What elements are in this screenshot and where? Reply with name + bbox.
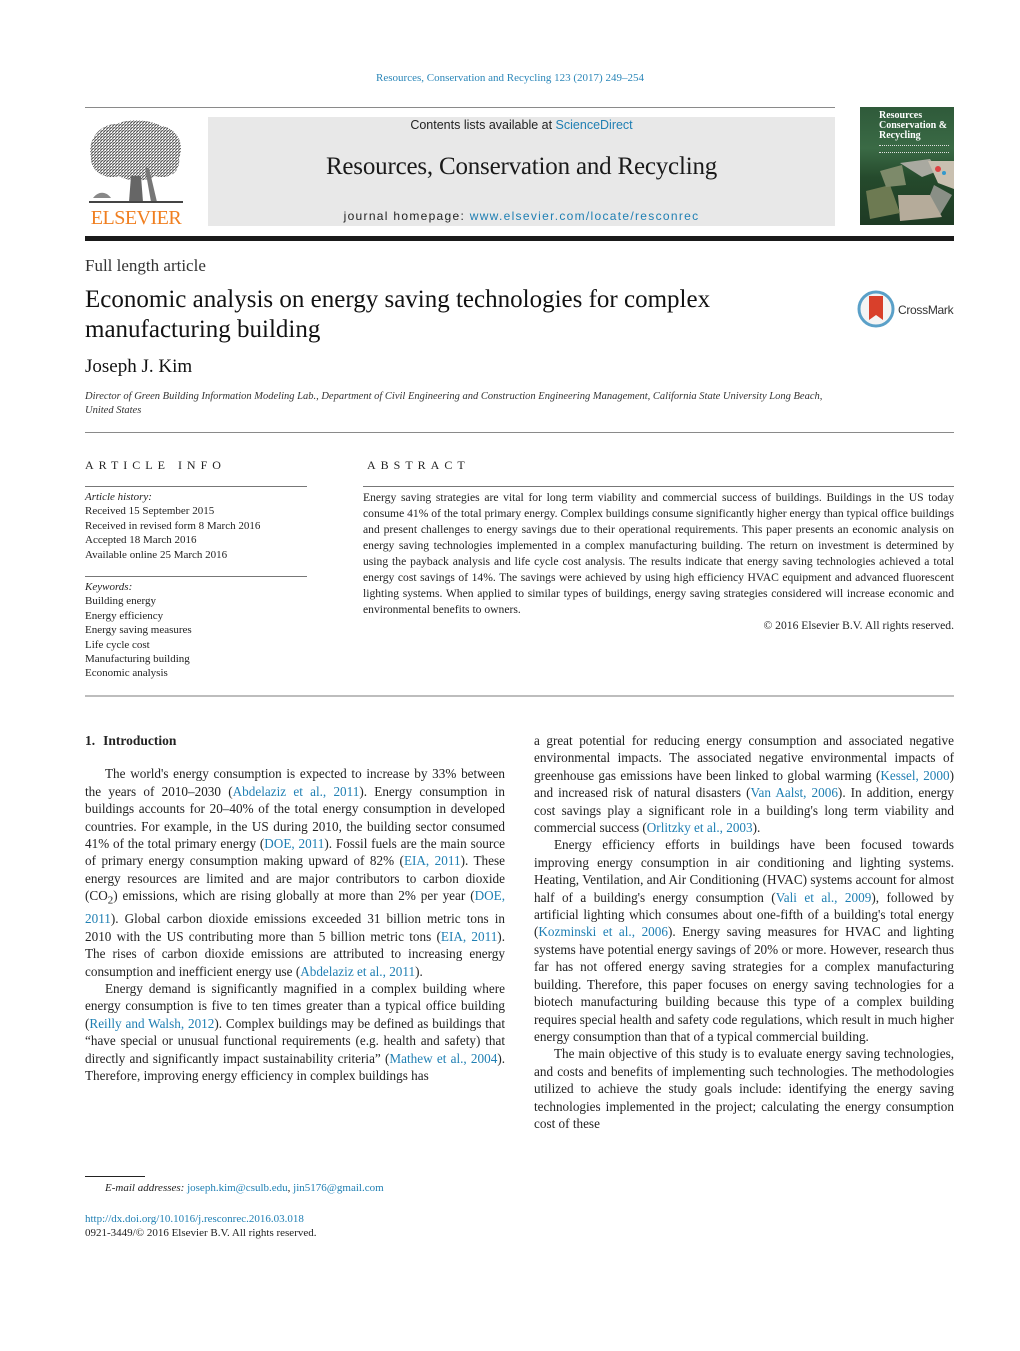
article-type: Full length article [85,256,206,275]
sciencedirect-link[interactable]: ScienceDirect [556,118,633,132]
cover-title-line: Recycling [879,130,921,141]
paragraph: Energy efficiency efforts in buildings h… [534,837,954,1044]
doi-link[interactable]: http://dx.doi.org/10.1016/j.resconrec.20… [85,1213,304,1225]
paragraph: Energy demand is significantly magnified… [85,980,506,1083]
citation-link[interactable]: Abdelaziz et al., 2011 [300,964,415,979]
abstract-body: Energy saving strategies are vital for l… [363,490,954,634]
crossmark-button[interactable]: CrossMark [857,290,957,330]
keyword-item: Energy efficiency [85,609,164,622]
article-info-heading: ARTICLE INFO [85,458,226,472]
footnote-divider [85,1176,145,1177]
keyword-item: Energy saving measures [85,624,192,637]
recycle-arrows-icon [866,159,954,221]
keywords-list: Keywords: Building energy Energy efficie… [85,580,192,681]
citation-link[interactable]: Reilly and Walsh, 2012 [89,1016,214,1031]
journal-masthead: Contents lists available at ScienceDirec… [208,117,835,226]
history-item: Available online 25 March 2016 [85,548,228,561]
doi-block: http://dx.doi.org/10.1016/j.resconrec.20… [85,1212,317,1240]
citation-link[interactable]: DOE, 2011 [264,836,324,851]
citation-link[interactable]: Kessel, 2000 [880,768,949,783]
journal-homepage: journal homepage: www.elsevier.com/locat… [208,209,835,223]
elsevier-logo[interactable]: ELSEVIER [85,118,187,228]
section-heading: 1. Introduction [85,732,505,749]
keywords-divider [85,576,307,577]
citation-link[interactable]: Kozminski et al., 2006 [538,924,668,939]
article-title: Economic analysis on energy saving techn… [85,286,711,343]
abstract-copyright: © 2016 Elsevier B.V. All rights reserved… [763,619,954,632]
front-matter-divider [85,432,954,433]
elsevier-tree-icon [89,120,183,203]
citation-link[interactable]: Mathew et al., 2004 [389,1051,497,1066]
section-number: 1. [85,733,96,748]
article-history: Article history: Received 15 September 2… [85,490,260,562]
history-item: Received in revised form 8 March 2016 [85,519,261,532]
citation-link[interactable]: EIA, 2011 [404,853,461,868]
history-item: Accepted 18 March 2016 [85,534,197,547]
email-footnote: E-mail addresses: joseph.kim@csulb.edu, … [105,1182,384,1194]
journal-citation-link[interactable]: Resources, Conservation and Recycling 12… [0,72,1020,84]
citation-link[interactable]: Van Aalst, 2006 [750,785,837,800]
journal-cover-image[interactable]: Resources Conservation & Recycling [860,107,954,225]
citation-link[interactable]: EIA, 2011 [441,929,497,944]
body-column-right: a great potential for reducing energy co… [534,732,954,1132]
article-history-label: Article history: [85,491,152,503]
paragraph-continued: a great potential for reducing energy co… [534,733,954,836]
journal-name: Resources, Conservation and Recycling [325,153,718,180]
cover-subtitle [879,145,949,153]
section-title: Introduction [103,733,177,748]
keyword-item: Manufacturing building [85,653,190,666]
author-name[interactable]: Joseph J. Kim [85,356,192,378]
history-item: Received 15 September 2015 [85,505,215,518]
email-link[interactable]: joseph.kim@csulb.edu [187,1182,288,1194]
header-divider [85,107,835,108]
crossmark-label: CrossMark [898,303,954,317]
keywords-label: Keywords: [85,581,133,593]
homepage-link[interactable]: www.elsevier.com/locate/resconrec [470,209,700,223]
abstract-bottom-divider [85,695,954,697]
citation-link[interactable]: Orlitzky et al., 2003 [647,820,753,835]
header-thick-divider [85,236,954,241]
paragraph: The main objective of this study is to e… [534,1046,954,1131]
author-affiliation: Director of Green Building Information M… [85,391,823,416]
subscript: 2 [107,894,114,907]
keyword-item: Life cycle cost [85,638,150,651]
email-link[interactable]: jin5176@gmail.com [293,1182,383,1194]
citation-link[interactable]: Vali et al., 2009 [776,890,872,905]
contents-label: Contents lists available at [410,118,556,132]
citation-link[interactable]: Abdelaziz et al., 2011 [233,784,360,799]
body-column-left: 1. Introduction The world's energy consum… [85,732,505,1084]
elsevier-wordmark: ELSEVIER [90,207,182,229]
abstract-divider [363,486,954,487]
cover-title: Resources Conservation & Recycling [879,111,947,141]
article-info-divider [85,486,307,487]
contents-line: Contents lists available at ScienceDirec… [208,118,835,132]
crossmark-icon [857,290,895,328]
abstract-text: Energy saving strategies are vital for l… [363,491,954,616]
email-label: E-mail addresses: [105,1182,185,1194]
abstract-heading: ABSTRACT [367,458,470,472]
keyword-item: Building energy [85,595,156,608]
issn-copyright: 0921-3449/© 2016 Elsevier B.V. All right… [85,1227,317,1239]
keyword-item: Economic analysis [85,667,168,680]
citation-link[interactable]: DOE, 2011 [85,888,505,926]
paragraph: The world's energy consumption is expect… [85,766,505,979]
homepage-label: journal homepage: [343,209,470,223]
